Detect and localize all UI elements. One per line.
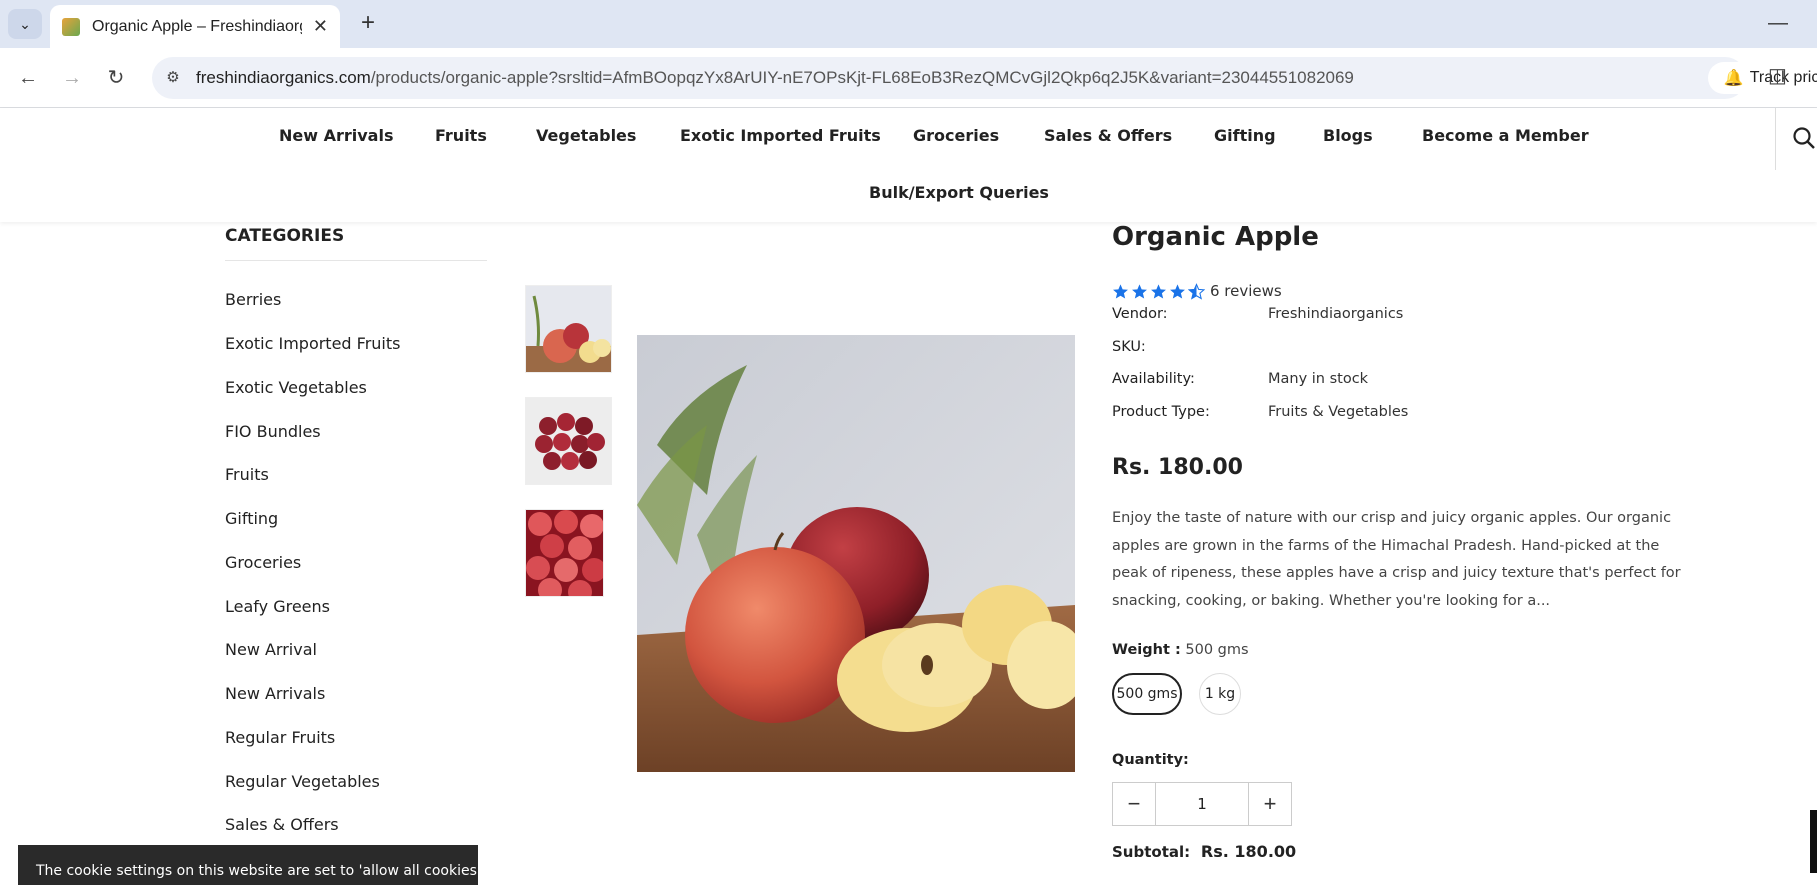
vendor-value: Freshindiaorganics xyxy=(1268,306,1404,322)
floating-edge-widget[interactable] xyxy=(1810,810,1817,873)
product-thumbnail[interactable] xyxy=(525,509,604,597)
apple-pile-thumbnail-image xyxy=(526,510,603,596)
category-new-arrivals[interactable]: New Arrivals xyxy=(225,684,325,703)
category-sales-offers[interactable]: Sales & Offers xyxy=(225,815,339,834)
browser-tab-bar: ⌄ Organic Apple – Freshindiaorganics ✕ +… xyxy=(0,0,1817,48)
weight-label: Weight : 500 gms xyxy=(1112,642,1249,658)
cookie-banner: The cookie settings on this website are … xyxy=(18,845,478,885)
weight-option-1kg[interactable]: 1 kg xyxy=(1199,673,1241,715)
product-thumbnail[interactable] xyxy=(525,397,612,485)
weight-label-text: Weight : xyxy=(1112,642,1181,658)
weight-selected-value: 500 gms xyxy=(1185,642,1249,658)
bell-icon: 🔔 xyxy=(1723,70,1744,87)
availability-row: Availability: Many in stock xyxy=(1112,371,1368,387)
site-favicon-icon xyxy=(62,17,80,36)
star-full-icon xyxy=(1151,283,1166,299)
nav-fruits[interactable]: Fruits xyxy=(435,126,487,145)
nav-gifting[interactable]: Gifting xyxy=(1214,126,1276,145)
nav-vegetables[interactable]: Vegetables xyxy=(536,126,636,145)
apple-thumbnail-image xyxy=(526,286,611,372)
category-new-arrival[interactable]: New Arrival xyxy=(225,640,317,659)
organic-apple-image xyxy=(637,335,1075,772)
quantity-input[interactable]: 1 xyxy=(1155,783,1249,825)
product-type-row: Product Type: Fruits & Vegetables xyxy=(1112,404,1408,420)
address-bar[interactable]: ⚙ freshindiaorganics.com/products/organi… xyxy=(152,57,1817,99)
weight-option-500gms[interactable]: 500 gms xyxy=(1112,673,1182,715)
header-divider xyxy=(1775,108,1776,170)
star-full-icon xyxy=(1113,283,1128,299)
url-text[interactable]: freshindiaorganics.com/products/organic-… xyxy=(196,68,1354,88)
category-gifting[interactable]: Gifting xyxy=(225,509,278,528)
tab-list-button[interactable]: ⌄ xyxy=(8,9,42,39)
nav-new-arrivals[interactable]: New Arrivals xyxy=(279,126,393,145)
close-tab-icon[interactable]: ✕ xyxy=(313,16,328,37)
vendor-row: Vendor: Freshindiaorganics xyxy=(1112,306,1403,322)
quantity-stepper: − 1 + xyxy=(1112,782,1292,826)
vendor-label: Vendor: xyxy=(1112,306,1168,322)
browser-tab[interactable]: Organic Apple – Freshindiaorganics ✕ xyxy=(50,5,340,48)
main-nav: New Arrivals Fruits Vegetables Exotic Im… xyxy=(0,126,1817,202)
search-icon[interactable] xyxy=(1792,126,1816,150)
back-icon[interactable]: ← xyxy=(14,64,42,92)
product-description: Enjoy the taste of nature with our crisp… xyxy=(1112,510,1681,609)
nav-exotic-imported-fruits[interactable]: Exotic Imported Fruits xyxy=(680,126,881,145)
product-type-value: Fruits & Vegetables xyxy=(1268,404,1409,420)
availability-label: Availability: xyxy=(1112,371,1195,387)
site-info-icon[interactable]: ⚙ xyxy=(162,67,184,89)
quantity-decrease-button[interactable]: − xyxy=(1113,783,1155,825)
subtotal-amount: Rs. 180.00 xyxy=(1200,842,1297,861)
nav-become-a-member[interactable]: Become a Member xyxy=(1422,126,1589,145)
category-regular-fruits[interactable]: Regular Fruits xyxy=(225,728,335,747)
categories-sidebar: CATEGORIES Berries Exotic Imported Fruit… xyxy=(225,226,487,834)
extensions-icon[interactable]: ◫ xyxy=(1768,63,1787,88)
browser-toolbar: ← → ↻ ⚙ freshindiaorganics.com/products/… xyxy=(0,48,1817,108)
url-domain: freshindiaorganics.com xyxy=(196,68,371,87)
quantity-increase-button[interactable]: + xyxy=(1249,783,1291,825)
product-type-label: Product Type: xyxy=(1112,404,1210,420)
category-fruits[interactable]: Fruits xyxy=(225,465,269,484)
product-rating[interactable]: 6 reviews xyxy=(1112,282,1282,300)
category-fio-bundles[interactable]: FIO Bundles xyxy=(225,422,321,441)
product-price: Rs. 180.00 xyxy=(1112,455,1243,480)
minimize-window-icon[interactable]: — xyxy=(1768,12,1788,35)
nav-blogs[interactable]: Blogs xyxy=(1323,126,1373,145)
nav-bulk-export-queries[interactable]: Bulk/Export Queries xyxy=(869,183,1049,202)
new-tab-button[interactable]: + xyxy=(354,10,382,38)
category-exotic-vegetables[interactable]: Exotic Vegetables xyxy=(225,378,367,397)
forward-icon[interactable]: → xyxy=(58,64,86,92)
reload-icon[interactable]: ↻ xyxy=(102,64,130,92)
main-product-image[interactable] xyxy=(637,335,1075,772)
quantity-label: Quantity: xyxy=(1112,752,1189,768)
availability-value: Many in stock xyxy=(1268,371,1369,387)
url-path: /products/organic-apple?srsltid=AfmBOopq… xyxy=(370,68,1354,87)
category-berries[interactable]: Berries xyxy=(225,290,281,309)
star-full-icon xyxy=(1170,283,1185,299)
categories-title: CATEGORIES xyxy=(225,226,487,261)
tab-title: Organic Apple – Freshindiaorganics xyxy=(92,17,302,35)
track-price-button[interactable]: 🔔 Track price xyxy=(1708,62,1817,94)
category-regular-vegetables[interactable]: Regular Vegetables xyxy=(225,772,380,791)
star-full-icon xyxy=(1132,283,1147,299)
product-thumbnail[interactable] xyxy=(525,285,612,373)
sku-label: SKU: xyxy=(1112,339,1146,355)
cookie-banner-text: The cookie settings on this website are … xyxy=(36,863,478,879)
product-title: Organic Apple xyxy=(1112,222,1319,252)
category-groceries[interactable]: Groceries xyxy=(225,553,301,572)
site-header: New Arrivals Fruits Vegetables Exotic Im… xyxy=(0,108,1817,222)
nav-sales-offers[interactable]: Sales & Offers xyxy=(1044,126,1172,145)
red-apples-thumbnail-image xyxy=(526,398,611,484)
star-half-icon xyxy=(1188,282,1205,300)
nav-groceries[interactable]: Groceries xyxy=(913,126,999,145)
subtotal-label: Subtotal: xyxy=(1112,843,1191,861)
category-leafy-greens[interactable]: Leafy Greens xyxy=(225,597,330,616)
category-exotic-imported-fruits[interactable]: Exotic Imported Fruits xyxy=(225,334,400,353)
subtotal: Subtotal: Rs. 180.00 xyxy=(1112,842,1296,861)
sku-row: SKU: xyxy=(1112,339,1146,355)
reviews-count[interactable]: 6 reviews xyxy=(1210,282,1282,300)
